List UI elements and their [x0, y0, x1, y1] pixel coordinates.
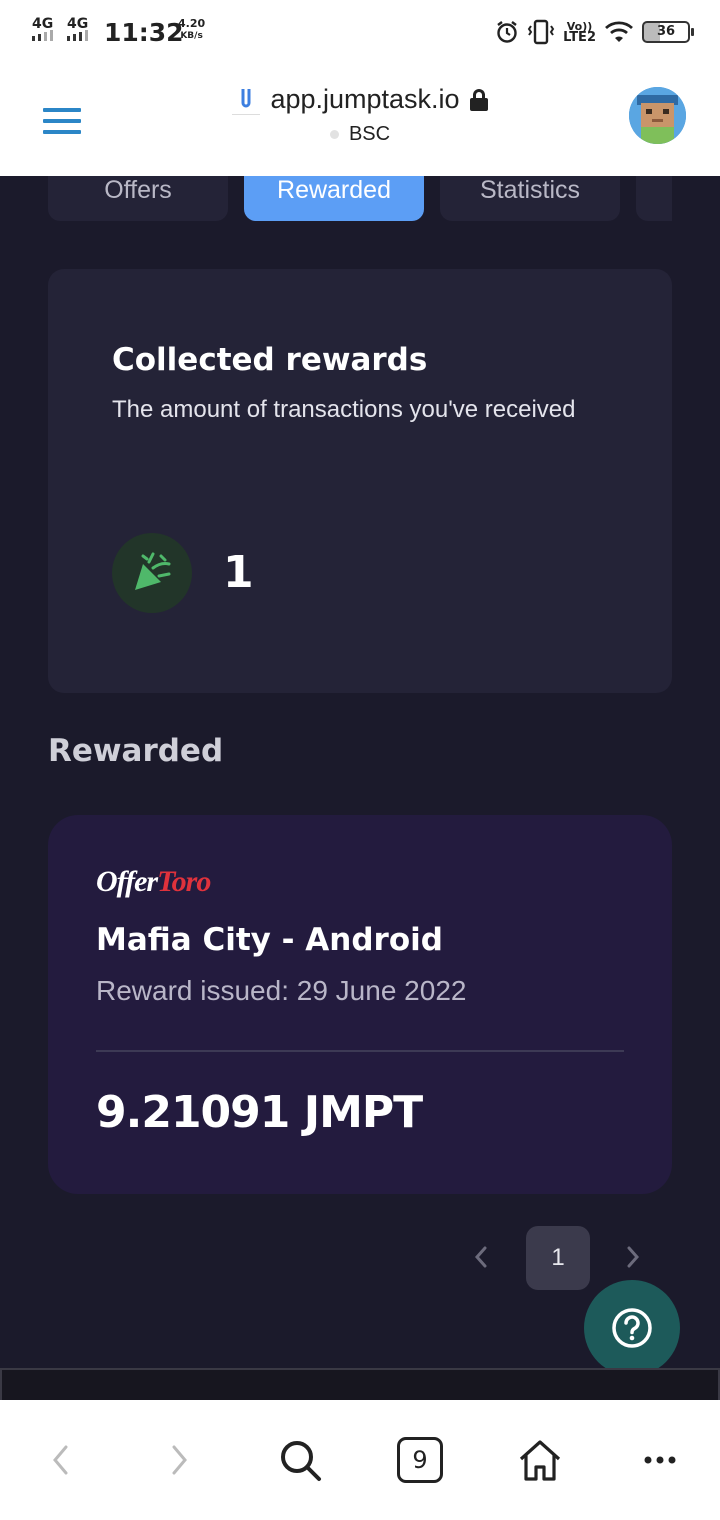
status-bar: 4G 4G 11:32 4.20 KB/s Vo)) LTE2 36 — [0, 0, 720, 64]
more-options-icon[interactable] — [635, 1435, 685, 1485]
network-selector[interactable]: BSC — [210, 123, 510, 146]
status-icons: Vo)) LTE2 36 — [495, 18, 694, 46]
divider — [96, 1050, 624, 1052]
party-popper-icon — [112, 533, 192, 613]
search-icon[interactable] — [275, 1435, 325, 1485]
network-speed: 4.20 KB/s — [178, 17, 206, 42]
clock: 11:32 — [104, 18, 184, 47]
jumptask-logo-icon — [232, 85, 261, 115]
collected-rewards-count: 1 — [223, 547, 254, 598]
network-status-dot — [329, 130, 339, 139]
tab-more[interactable] — [636, 176, 672, 221]
collected-rewards-card: Collected rewards The amount of transact… — [48, 269, 672, 693]
avatar[interactable] — [629, 87, 686, 144]
lock-icon — [469, 88, 488, 111]
alarm-icon — [497, 21, 517, 43]
reward-title: Mafia City - Android — [96, 922, 443, 958]
tab-rewarded[interactable]: Rewarded — [244, 176, 424, 221]
tabs-switcher-button[interactable]: 9 — [395, 1435, 445, 1485]
pagination-prev-chevron-left-icon[interactable] — [462, 1238, 500, 1276]
tab-bar: Offers Rewarded Statistics — [48, 176, 672, 221]
forward-chevron-right-icon[interactable] — [154, 1435, 204, 1485]
pagination-next-chevron-right-icon[interactable] — [614, 1238, 652, 1276]
lte-indicator: Vo)) LTE2 — [563, 20, 596, 45]
reward-amount: 9.21091 JMPT — [96, 1087, 423, 1138]
signal-icon-1 — [32, 30, 53, 41]
url-text: app.jumptask.io — [270, 84, 460, 114]
question-mark-icon — [612, 1308, 652, 1348]
home-icon[interactable] — [515, 1435, 565, 1485]
vibrate-icon — [527, 19, 555, 45]
tab-statistics[interactable]: Statistics — [440, 176, 620, 221]
signal-icon-2 — [67, 30, 88, 41]
tab-offers[interactable]: Offers — [48, 176, 228, 221]
address-bar[interactable]: app.jumptask.io BSC — [210, 84, 510, 146]
reward-date: Reward issued: 29 June 2022 — [96, 975, 467, 1006]
open-tabs-count: 9 — [397, 1437, 443, 1483]
browser-nav-bar: 9 — [0, 1400, 720, 1520]
battery-icon: 36 — [642, 21, 694, 43]
section-title-rewarded: Rewarded — [48, 733, 224, 769]
collected-rewards-subtitle: The amount of transactions you've receiv… — [112, 396, 576, 423]
back-chevron-left-icon[interactable] — [36, 1435, 86, 1485]
offertoro-logo: OfferToro — [96, 865, 211, 898]
collected-rewards-title: Collected rewards — [112, 342, 428, 378]
browser-header: app.jumptask.io BSC — [0, 64, 720, 176]
reward-card[interactable]: OfferToro Mafia City - Android Reward is… — [48, 815, 672, 1194]
page-footer-edge — [0, 1368, 720, 1400]
pagination-page-current[interactable]: 1 — [526, 1226, 590, 1290]
help-button[interactable] — [584, 1280, 680, 1376]
hamburger-menu-icon[interactable] — [43, 108, 81, 134]
network-label: BSC — [348, 123, 391, 145]
wifi-icon — [605, 21, 633, 42]
